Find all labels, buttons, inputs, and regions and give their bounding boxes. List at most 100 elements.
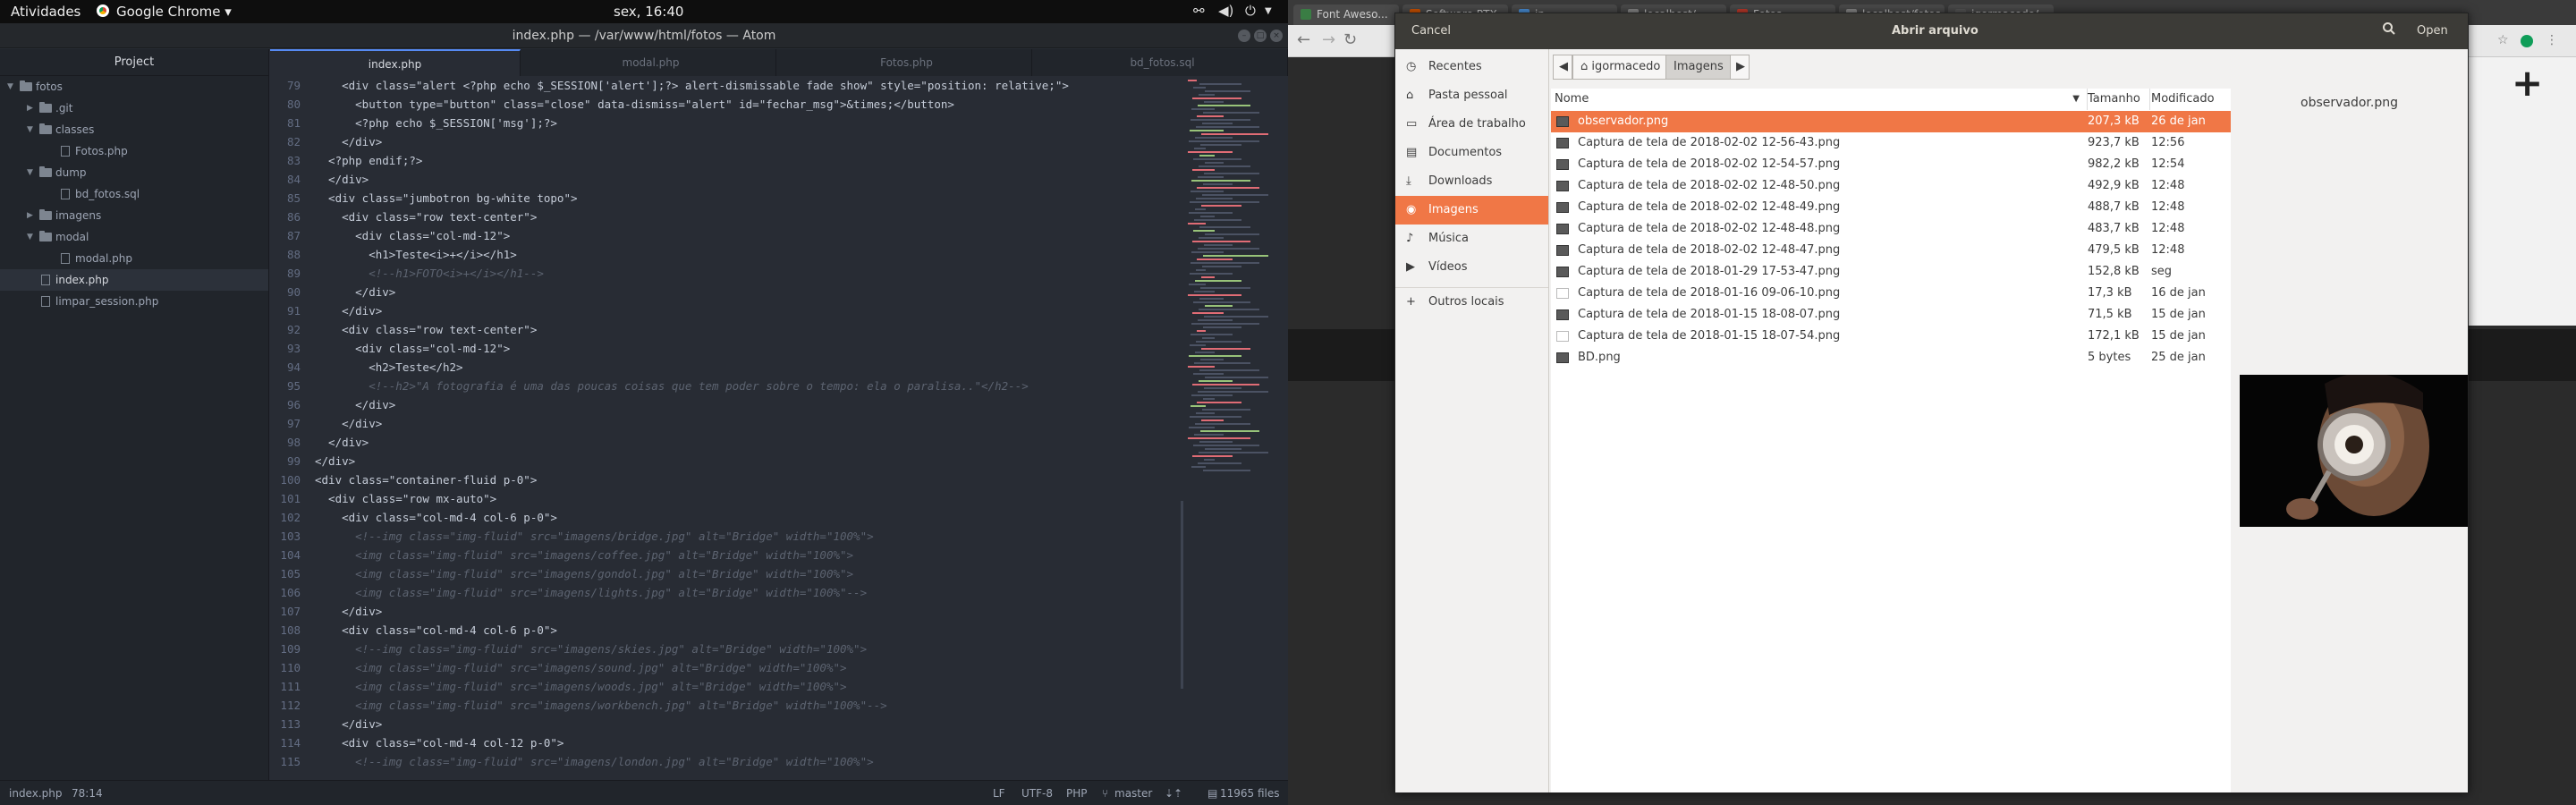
minimap[interactable] xyxy=(1182,76,1288,780)
chrome-tab[interactable]: Font Aweso... xyxy=(1293,4,1399,25)
code-line[interactable]: 99 </div> xyxy=(270,452,1182,470)
tree-item[interactable]: index.php xyxy=(0,269,268,291)
file-row[interactable]: observador.png 207,3 kB 26 de jan xyxy=(1551,111,2231,132)
place-item[interactable]: ▶ Vídeos xyxy=(1395,253,1548,282)
code-line[interactable]: 108 <div class="col-md-4 col-6 p-0"> xyxy=(270,621,1182,640)
chevron-right-icon[interactable]: ▶ xyxy=(27,205,33,226)
line-ending[interactable]: LF xyxy=(993,787,1005,800)
code-line[interactable]: 91 </div> xyxy=(270,301,1182,320)
place-item[interactable]: ◉ Imagens xyxy=(1395,196,1548,225)
code-line[interactable]: 95 <!--h2>"A fotografia é uma das poucas… xyxy=(270,377,1182,395)
file-row[interactable]: Captura de tela de 2018-02-02 12-48-49.p… xyxy=(1551,197,2231,218)
file-row[interactable]: BD.png 5 bytes 25 de jan xyxy=(1551,347,2231,369)
file-row[interactable]: Captura de tela de 2018-02-02 12-48-48.p… xyxy=(1551,218,2231,240)
code-line[interactable]: 83 <?php endif;?> xyxy=(270,151,1182,170)
open-button[interactable]: Open xyxy=(2417,24,2448,38)
chevron-down-icon[interactable]: ▼ xyxy=(27,119,33,140)
path-back-icon[interactable]: ◀ xyxy=(1553,55,1572,80)
status-file[interactable]: index.php xyxy=(9,787,62,800)
encoding[interactable]: UTF-8 xyxy=(1021,787,1053,800)
menu-icon[interactable]: ⋮ xyxy=(2546,33,2558,47)
file-row[interactable]: Captura de tela de 2018-02-02 12-48-50.p… xyxy=(1551,175,2231,197)
code-line[interactable]: 79 <div class="alert <?php echo $_SESSIO… xyxy=(270,76,1182,95)
file-row[interactable]: Captura de tela de 2018-02-02 12-54-57.p… xyxy=(1551,154,2231,175)
tree-item[interactable]: ▼ modal xyxy=(0,226,268,248)
power-icon[interactable]: ⏻ xyxy=(1245,3,1256,19)
tree-item[interactable]: limpar_session.php xyxy=(0,291,268,312)
code-line[interactable]: 92 <div class="row text-center"> xyxy=(270,320,1182,339)
code-line[interactable]: 87 <div class="col-md-12"> xyxy=(270,226,1182,245)
forward-icon[interactable]: → xyxy=(1322,30,1335,49)
code-line[interactable]: 100 <div class="container-fluid p-0"> xyxy=(270,470,1182,489)
back-icon[interactable]: ← xyxy=(1297,30,1310,49)
code-line[interactable]: 84 </div> xyxy=(270,170,1182,189)
chevron-down-icon[interactable]: ▼ xyxy=(1265,6,1272,16)
code-line[interactable]: 85 <div class="jumbotron bg-white topo"> xyxy=(270,189,1182,208)
place-item[interactable]: ◷ Recentes xyxy=(1395,53,1548,81)
tab-Fotos-php[interactable]: Fotos.php xyxy=(782,49,1032,76)
chevron-down-icon[interactable]: ▼ xyxy=(7,76,13,97)
code-line[interactable]: 93 <div class="col-md-12"> xyxy=(270,339,1182,358)
tree-item[interactable]: ▶ .git xyxy=(0,97,268,119)
col-size[interactable]: Tamanho xyxy=(2084,89,2150,110)
reload-icon[interactable]: ↻ xyxy=(1343,30,1357,49)
tab-modal-php[interactable]: modal.php xyxy=(526,49,776,76)
code-line[interactable]: 97 </div> xyxy=(270,414,1182,433)
tree-item[interactable]: ▶ imagens xyxy=(0,205,268,226)
place-item[interactable]: ▭ Área de trabalho xyxy=(1395,110,1548,139)
file-row[interactable]: Captura de tela de 2018-01-29 17-53-47.p… xyxy=(1551,261,2231,283)
code-line[interactable]: 81 <?php echo $_SESSION['msg'];?> xyxy=(270,114,1182,132)
file-row[interactable]: Captura de tela de 2018-02-02 12-56-43.p… xyxy=(1551,132,2231,154)
place-item[interactable]: + Outros locais xyxy=(1395,287,1548,316)
code-line[interactable]: 98 </div> xyxy=(270,433,1182,452)
code-line[interactable]: 90 </div> xyxy=(270,283,1182,301)
code-line[interactable]: 88 <h1>Teste<i>+</i></h1> xyxy=(270,245,1182,264)
code-line[interactable]: 94 <h2>Teste</h2> xyxy=(270,358,1182,377)
git-branch[interactable]: master xyxy=(1114,787,1152,800)
place-item[interactable]: ⌂ Pasta pessoal xyxy=(1395,81,1548,110)
code-line[interactable]: 113 </div> xyxy=(270,715,1182,733)
cursor-position[interactable]: 78:14 xyxy=(72,787,103,800)
chevron-down-icon[interactable]: ▼ xyxy=(27,226,33,248)
code-line[interactable]: 102 <div class="col-md-4 col-6 p-0"> xyxy=(270,508,1182,527)
cancel-button[interactable]: Cancel xyxy=(1411,24,1451,38)
tree-item[interactable]: ▼ fotos xyxy=(0,76,268,97)
path-current-button[interactable]: Imagens xyxy=(1665,55,1732,80)
clock[interactable]: sex, 16:40 xyxy=(614,4,683,20)
tree-item[interactable]: ▼ classes xyxy=(0,119,268,140)
plus-icon[interactable]: + xyxy=(2512,61,2543,105)
grammar[interactable]: PHP xyxy=(1066,787,1088,800)
code-line[interactable]: 101 <div class="row mx-auto"> xyxy=(270,489,1182,508)
search-icon[interactable] xyxy=(2382,21,2396,39)
code-line[interactable]: 106 <img class="img-fluid" src="imagens/… xyxy=(270,583,1182,602)
file-row[interactable]: Captura de tela de 2018-01-16 09-06-10.p… xyxy=(1551,283,2231,304)
code-line[interactable]: 112 <img class="img-fluid" src="imagens/… xyxy=(270,696,1182,715)
code-line[interactable]: 110 <img class="img-fluid" src="imagens/… xyxy=(270,658,1182,677)
tab-bd_fotos-sql[interactable]: bd_fotos.sql xyxy=(1038,49,1288,76)
code-line[interactable]: 105 <img class="img-fluid" src="imagens/… xyxy=(270,564,1182,583)
editor-scrollbar[interactable] xyxy=(1181,501,1183,689)
code-line[interactable]: 107 </div> xyxy=(270,602,1182,621)
tab-index-php[interactable]: index.php xyxy=(270,49,521,76)
tree-item[interactable]: ▼ dump xyxy=(0,162,268,183)
file-row[interactable]: Captura de tela de 2018-01-15 18-08-07.p… xyxy=(1551,304,2231,326)
code-line[interactable]: 86 <div class="row text-center"> xyxy=(270,208,1182,226)
star-icon[interactable]: ☆ xyxy=(2497,33,2509,47)
file-row[interactable]: Captura de tela de 2018-01-15 18-07-54.p… xyxy=(1551,326,2231,347)
chevron-down-icon[interactable]: ▼ xyxy=(27,162,33,183)
activities-button[interactable]: Atividades xyxy=(11,4,80,20)
network-icon[interactable]: ⚯ xyxy=(1193,3,1205,19)
code-editor[interactable]: 79 <div class="alert <?php echo $_SESSIO… xyxy=(270,76,1182,780)
code-line[interactable]: 114 <div class="col-md-4 col-12 p-0"> xyxy=(270,733,1182,752)
file-row[interactable]: Captura de tela de 2018-02-02 12-48-47.p… xyxy=(1551,240,2231,261)
extension-icon[interactable] xyxy=(2521,35,2533,47)
tree-item[interactable]: Fotos.php xyxy=(0,140,268,162)
volume-icon[interactable]: ◀) xyxy=(1218,3,1233,19)
app-menu[interactable]: Google Chrome ▾ xyxy=(116,4,232,20)
fetch-icon[interactable]: ⇣⇡ xyxy=(1165,787,1182,800)
place-item[interactable]: ♪ Música xyxy=(1395,225,1548,253)
code-line[interactable]: 109 <!--img class="img-fluid" src="image… xyxy=(270,640,1182,658)
code-line[interactable]: 89 <!--h1>FOTO<i>+</i></h1--> xyxy=(270,264,1182,283)
tree-item[interactable]: bd_fotos.sql xyxy=(0,183,268,205)
maximize-button[interactable]: □ xyxy=(1254,30,1267,42)
